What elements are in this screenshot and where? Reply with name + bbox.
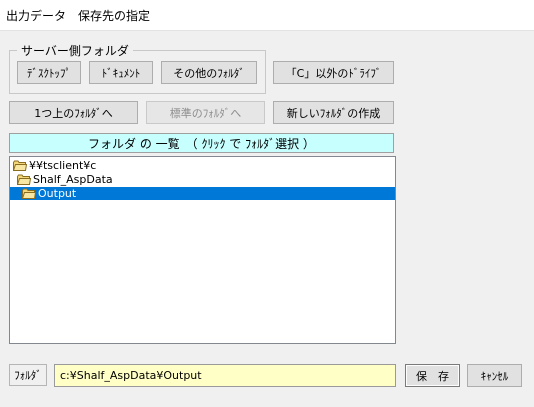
cancel-button[interactable]: ｷｬﾝｾﾙ	[467, 364, 522, 387]
folder-tree-item-label: ¥¥tsclient¥c	[29, 159, 97, 172]
open-folder-icon	[22, 188, 36, 199]
title-bar: 出力データ 保存先の指定	[0, 0, 534, 31]
folder-tree-item[interactable]: Shalf_AspData	[17, 173, 113, 186]
standard-folder-button[interactable]: 標準のﾌｫﾙﾀﾞへ	[146, 101, 265, 124]
folder-icon	[13, 160, 27, 171]
folder-tree-item-label: Output	[38, 187, 77, 200]
folder-tree-item-selected[interactable]: Output	[10, 187, 395, 200]
folder-list[interactable]: ¥¥tsclient¥c Shalf_AspData Output	[9, 156, 396, 344]
folder-path-input[interactable]	[54, 364, 396, 387]
window-title: 出力データ 保存先の指定	[6, 9, 151, 23]
up-folder-button[interactable]: 1つ上のﾌｫﾙﾀﾞへ	[9, 101, 138, 124]
desktop-button[interactable]: ﾃﾞｽｸﾄｯﾌﾟ	[17, 61, 81, 84]
other-drive-button[interactable]: 「C」以外のﾄﾞﾗｲﾌﾞ	[273, 61, 394, 84]
folder-tree-item[interactable]: ¥¥tsclient¥c	[13, 159, 96, 172]
save-button[interactable]: 保 存	[405, 364, 460, 387]
server-folder-group-legend: サーバー側フォルダ	[17, 42, 133, 59]
other-folder-button[interactable]: その他のﾌｫﾙﾀﾞ	[161, 61, 257, 84]
documents-button[interactable]: ﾄﾞｷｭﾒﾝﾄ	[89, 61, 153, 84]
folder-icon	[17, 174, 31, 185]
folder-tree-item-label: Shalf_AspData	[33, 173, 113, 186]
folder-path-label: ﾌｫﾙﾀﾞ	[9, 364, 47, 386]
new-folder-button[interactable]: 新しいﾌｫﾙﾀﾞの作成	[273, 101, 394, 124]
folder-list-header: フォルダ の 一覧 （ ｸﾘｯｸ で ﾌｫﾙﾀﾞ選択 ）	[9, 133, 394, 153]
